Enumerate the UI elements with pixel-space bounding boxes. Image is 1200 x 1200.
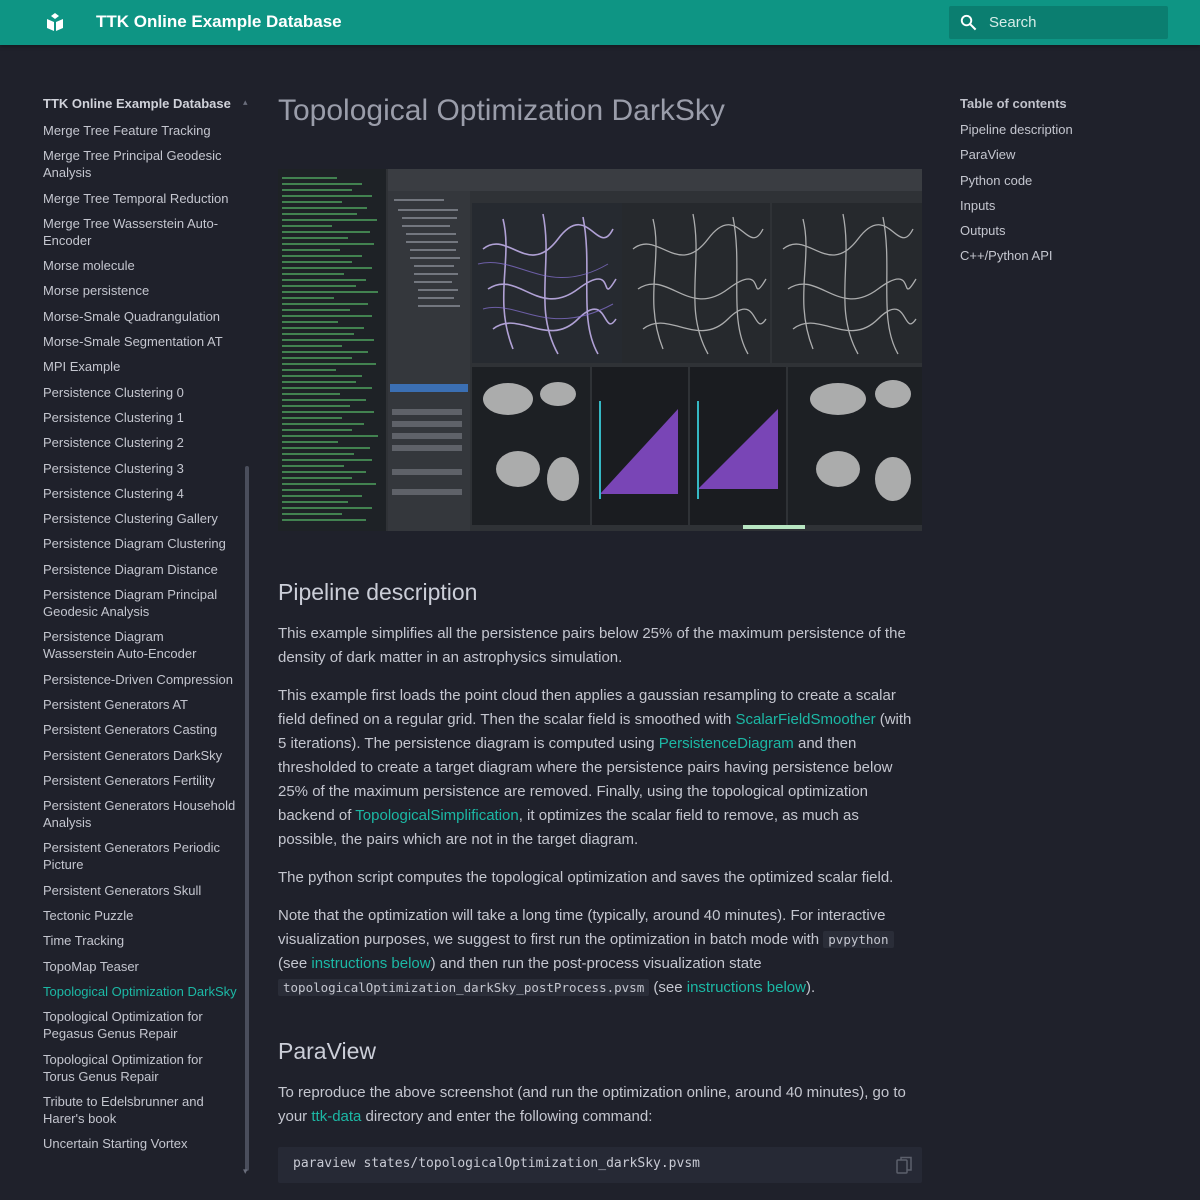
paraview-paragraph: To reproduce the above screenshot (and r…	[278, 1081, 922, 1129]
nav-item[interactable]: Persistent Generators Skull	[43, 882, 243, 899]
link-instructions-below[interactable]: instructions below	[311, 955, 430, 972]
scroll-down-icon[interactable]: ▾	[243, 1166, 248, 1177]
toc-item-python-code[interactable]: Python code	[960, 172, 1170, 189]
text-span: directory and enter the following comman…	[361, 1108, 653, 1125]
section-heading-paraview: ParaView	[278, 1038, 377, 1064]
nav-item[interactable]: Morse molecule	[43, 257, 243, 274]
toc-item-paraview[interactable]: ParaView	[960, 146, 1170, 163]
copy-icon[interactable]	[896, 1156, 912, 1174]
pipeline-paragraph-2: This example first loads the point cloud…	[278, 684, 922, 852]
nav-item[interactable]: Persistent Generators Casting	[43, 721, 243, 738]
link-ttk-data[interactable]: ttk-data	[311, 1108, 361, 1125]
nav-scrollbar[interactable]	[245, 466, 249, 1171]
table-of-contents: Table of contents Pipeline description P…	[960, 96, 1170, 273]
toc-list: Pipeline description ParaView Python cod…	[960, 121, 1170, 264]
nav-item-active[interactable]: Topological Optimization DarkSky	[43, 983, 243, 1000]
nav-title[interactable]: TTK Online Example Database	[43, 96, 243, 112]
nav-item[interactable]: Morse persistence	[43, 282, 243, 299]
text-span: ) and then run the post-process visualiz…	[430, 955, 762, 972]
nav-item[interactable]: Persistent Generators DarkSky	[43, 747, 243, 764]
nav-item[interactable]: Persistence Clustering 1	[43, 409, 243, 426]
top-header: TTK Online Example Database	[0, 0, 1200, 45]
paraview-screenshot	[278, 169, 922, 531]
pipeline-paragraph-3: The python script computes the topologic…	[278, 869, 894, 886]
link-scalarfieldsmoother[interactable]: ScalarFieldSmoother	[736, 711, 876, 728]
text-span: Note that the optimization will take a l…	[278, 907, 886, 948]
nav-item[interactable]: Persistence Diagram Distance	[43, 561, 243, 578]
search-input[interactable]	[989, 6, 1159, 39]
main-content: Topological Optimization DarkSky Pipelin…	[278, 92, 922, 1183]
toc-item-inputs[interactable]: Inputs	[960, 197, 1170, 214]
paraview-screenshot-illustration	[278, 169, 922, 531]
nav-item[interactable]: Persistent Generators Fertility	[43, 772, 243, 789]
nav-item[interactable]: Topological Optimization for Pegasus Gen…	[43, 1008, 243, 1042]
link-topologicalsimplification[interactable]: TopologicalSimplification	[355, 807, 518, 824]
site-title[interactable]: TTK Online Example Database	[96, 12, 342, 32]
nav-item[interactable]: Persistence Clustering 4	[43, 485, 243, 502]
text-span: ).	[805, 979, 816, 996]
inline-code-pvsm: topologicalOptimization_darkSky_postProc…	[278, 979, 650, 996]
code-block: paraview states/topologicalOptimization_…	[278, 1147, 922, 1183]
toc-item-outputs[interactable]: Outputs	[960, 222, 1170, 239]
ttk-logo-icon[interactable]	[44, 11, 66, 33]
nav-item[interactable]: MPI Example	[43, 358, 243, 375]
nav-item[interactable]: Persistent Generators Household Analysis	[43, 797, 243, 831]
nav-item[interactable]: Time Tracking	[43, 932, 243, 949]
nav-item[interactable]: Persistent Generators Periodic Picture	[43, 839, 243, 873]
nav-item[interactable]: Morse-Smale Segmentation AT	[43, 333, 243, 350]
toc-item-pipeline-description[interactable]: Pipeline description	[960, 121, 1170, 138]
nav-item[interactable]: Persistence Diagram Principal Geodesic A…	[43, 586, 243, 620]
text-span: (see	[278, 955, 312, 972]
nav-item[interactable]: Merge Tree Wasserstein Auto-Encoder	[43, 215, 243, 249]
toc-item-api[interactable]: C++/Python API	[960, 247, 1170, 264]
section-heading-pipeline: Pipeline description	[278, 579, 478, 605]
nav-item[interactable]: Persistence Diagram Clustering	[43, 535, 243, 552]
nav-item[interactable]: Persistence Clustering 2	[43, 434, 243, 451]
nav-item[interactable]: Persistence Clustering 0	[43, 384, 243, 401]
code-command[interactable]: paraview states/topologicalOptimization_…	[293, 1156, 700, 1171]
nav-item[interactable]: Morse-Smale Quadrangulation	[43, 308, 243, 325]
nav-item[interactable]: TopoMap Teaser	[43, 958, 243, 975]
nav-list: Merge Tree Feature Tracking Merge Tree P…	[43, 122, 243, 1152]
nav-item[interactable]: Persistence Clustering 3	[43, 460, 243, 477]
nav-item[interactable]: Merge Tree Temporal Reduction	[43, 190, 243, 207]
inline-code-pvpython: pvpython	[823, 931, 894, 948]
nav-item[interactable]: Topological Optimization for Torus Genus…	[43, 1051, 243, 1085]
scroll-up-icon[interactable]: ▴	[243, 97, 248, 108]
nav-item[interactable]: Persistence Diagram Wasserstein Auto-Enc…	[43, 628, 243, 662]
sidebar-nav: TTK Online Example Database Merge Tree F…	[43, 96, 243, 1160]
search-box[interactable]	[949, 6, 1168, 39]
pipeline-paragraph-4: Note that the optimization will take a l…	[278, 904, 922, 1000]
nav-item[interactable]: Merge Tree Principal Geodesic Analysis	[43, 147, 243, 181]
nav-item[interactable]: Persistent Generators AT	[43, 696, 243, 713]
nav-item[interactable]: Persistence-Driven Compression	[43, 671, 243, 688]
nav-item[interactable]: Merge Tree Feature Tracking	[43, 122, 243, 139]
text-span: (see	[649, 979, 687, 996]
toc-title: Table of contents	[960, 96, 1067, 111]
nav-item[interactable]: Tectonic Puzzle	[43, 907, 243, 924]
nav-item[interactable]: Tribute to Edelsbrunner and Harer's book	[43, 1093, 243, 1127]
search-icon	[960, 14, 977, 31]
link-persistencediagram[interactable]: PersistenceDiagram	[659, 735, 794, 752]
pipeline-paragraph-1: This example simplifies all the persiste…	[278, 625, 906, 666]
page-title: Topological Optimization DarkSky	[278, 94, 725, 127]
nav-item[interactable]: Persistence Clustering Gallery	[43, 510, 243, 527]
link-instructions-below[interactable]: instructions below	[687, 979, 806, 996]
nav-item[interactable]: Uncertain Starting Vortex	[43, 1135, 243, 1152]
